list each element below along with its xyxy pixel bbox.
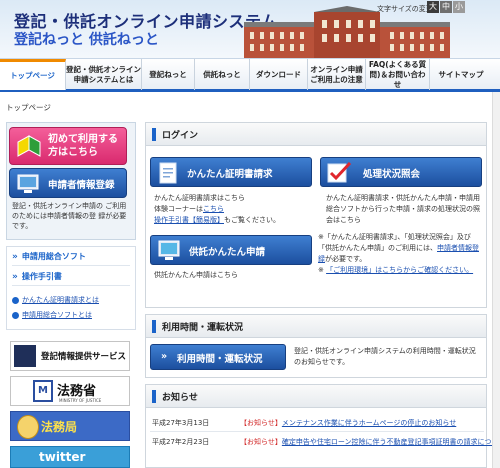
first-time-user-button[interactable]: 初めて利用する方はこちら: [9, 127, 127, 165]
banner-ministry-of-justice[interactable]: M 法務省 MINISTRY OF JUSTICE: [10, 376, 130, 406]
banner-label: 登記情報提供サービス: [41, 352, 127, 362]
bullet-icon: [12, 311, 19, 319]
nav-download[interactable]: ダウンロード: [250, 59, 308, 90]
easy-certificate-text: かんたん証明書請求はこちら: [154, 194, 245, 202]
section-title: お知らせ: [162, 393, 198, 403]
sidebar-item-manual[interactable]: » 操作手引書: [12, 268, 130, 286]
sidebar-item-label: 操作手引書: [21, 272, 62, 281]
site-header: 登記・供託オンライン申請システム 登記ねっと 供託ねっと 文字サイズの変更 大 …: [0, 0, 500, 58]
banner-twitter[interactable]: twitter: [10, 446, 130, 468]
nav-system-about[interactable]: 登記・供託オンライン申請システムとは: [66, 59, 142, 90]
document-icon: [159, 162, 177, 184]
button-label: 供託かんたん申請: [189, 247, 266, 258]
banner-label: 法務局: [41, 420, 78, 434]
registry-service-logo-icon: [14, 345, 36, 367]
easy-certificate-button[interactable]: かんたん証明書請求: [150, 157, 312, 187]
news-tag: 【お知らせ】: [240, 419, 282, 427]
trial-corner-prefix: 体験コーナーは: [154, 205, 203, 213]
double-chevron-right-icon: »: [12, 251, 18, 262]
heading-bar-icon: [152, 320, 156, 333]
beginner-mark-icon: [17, 135, 41, 157]
link-label: 申請用総合ソフトとは: [22, 311, 92, 319]
computer-icon: [17, 174, 39, 193]
news-tag: 【お知らせ】: [240, 438, 282, 446]
login-note-2: ※ 「ご利用環境」はこちらからご確認ください。: [318, 266, 474, 274]
register-note: 登記・供託オンライン申請の ご利用のためには申請者情報の登 録が必要です。: [12, 202, 127, 230]
link-integrated-software-about[interactable]: 申請用総合ソフトとは: [12, 310, 92, 320]
nav-faq-contact[interactable]: FAQ(よくある質問)＆お問い合わせ: [366, 59, 430, 90]
heading-bar-icon: [152, 128, 156, 141]
register-user-button[interactable]: 申請者情報登録: [9, 168, 127, 198]
news-divider: [150, 431, 484, 432]
news-section-header: お知らせ: [145, 384, 487, 408]
deposit-easy-text: 供託かんたん申請はこちら: [154, 271, 238, 279]
button-label: 処理状況照会: [363, 169, 421, 180]
trial-corner-link[interactable]: こちら: [203, 205, 224, 213]
double-chevron-right-icon: »: [161, 351, 168, 362]
manual-easy-suffix: もご覧ください。: [224, 216, 280, 224]
sidebar-item-integrated-software[interactable]: » 申請用総合ソフト: [12, 248, 130, 266]
news-link[interactable]: 確定申告や住宅ローン控除に伴う不動産登記事項証明書の請求について: [282, 437, 500, 448]
double-chevron-right-icon: »: [12, 271, 18, 282]
hours-section-header: 利用時間・運転状況: [145, 314, 487, 338]
nav-sitemap[interactable]: サイトマップ: [430, 59, 492, 90]
nav-usage-notes[interactable]: オンライン申請ご利用上の注意: [308, 59, 366, 90]
button-label: かんたん証明書請求: [187, 169, 273, 180]
site-subtitle[interactable]: 登記ねっと 供託ねっと: [14, 29, 159, 49]
section-title: ログイン: [162, 131, 199, 141]
link-label: かんたん証明書請求とは: [22, 296, 99, 304]
moj-logo-icon: M: [33, 380, 53, 402]
section-title: 利用時間・運転状況: [162, 323, 244, 333]
heading-bar-icon: [152, 390, 156, 403]
font-size-label: 文字サイズの変更: [377, 5, 433, 13]
nav-kyotaku-net[interactable]: 供託ねっと: [195, 59, 250, 90]
computer-icon: [158, 240, 180, 260]
global-nav: トップページ 登記・供託オンライン申請システムとは 登記ねっと 供託ねっと ダウ…: [0, 58, 500, 92]
trial-corner-text: 体験コーナーはこちら: [154, 204, 314, 215]
link-easy-certificate-about[interactable]: かんたん証明書請求とは: [12, 295, 99, 305]
nav-top-page[interactable]: トップページ: [0, 59, 66, 90]
news-item: 平成27年3月13日 【お知らせ】メンテナンス作業に伴うホームページの停止のお知ら…: [152, 418, 482, 428]
status-inquiry-text: かんたん証明書請求・供託かんたん申請・申請用総合ソフトから行った申請・請求の処理…: [326, 194, 480, 224]
banner-registry-info-service[interactable]: 登記情報提供サービス: [10, 341, 130, 371]
first-time-user-label: 初めて利用する方はこちら: [48, 134, 118, 158]
mascot-icon: [17, 415, 39, 439]
banner-label: 法務省: [57, 384, 97, 399]
nav-touki-net[interactable]: 登記ねっと: [142, 59, 195, 90]
page-scrollbar[interactable]: [492, 92, 500, 468]
environment-link[interactable]: 「ご利用環境」はこちらからご確認ください。: [326, 266, 473, 274]
breadcrumb: トップページ: [6, 103, 51, 112]
banner-label: twitter: [39, 450, 86, 464]
manual-easy-text: 操作手引書【簡易版】もご覧ください。: [154, 215, 324, 226]
hours-status-button[interactable]: » 利用時間・運転状況: [150, 344, 286, 370]
login-section-header: ログイン: [145, 122, 487, 146]
news-date: 平成27年3月13日: [152, 419, 210, 427]
font-size-medium-button[interactable]: 中: [440, 1, 452, 13]
sidebar-item-label: 申請用総合ソフト: [21, 252, 86, 261]
news-date: 平成27年2月23日: [152, 438, 210, 446]
checklist-icon: [327, 161, 352, 183]
hours-text: 登記・供託オンライン申請システムの利用時間・運転状況のお知らせです。: [294, 347, 476, 366]
manual-easy-link[interactable]: 操作手引書【簡易版】: [154, 216, 224, 224]
status-inquiry-button[interactable]: 処理状況照会: [320, 157, 482, 187]
bullet-icon: [12, 296, 19, 304]
font-size-large-button[interactable]: 大: [427, 1, 439, 13]
news-item: 平成27年2月23日 【お知らせ】確定申告や住宅ローン控除に伴う不動産登記事項証明…: [152, 437, 500, 448]
banner-sublabel: MINISTRY OF JUSTICE: [59, 398, 102, 403]
login-note-1-suffix: が必要です。: [325, 255, 367, 263]
deposit-easy-apply-button[interactable]: 供託かんたん申請: [150, 235, 312, 265]
font-size-small-button[interactable]: 小: [453, 1, 465, 13]
banner-legal-affairs-bureau[interactable]: 法務局: [10, 411, 130, 441]
login-note-1: ※「かんたん証明書請求」、「処理状況照会」及び「供託かんたん申請」のご利用には、…: [318, 232, 484, 265]
button-label: 利用時間・運転状況: [177, 354, 263, 365]
news-link[interactable]: メンテナンス作業に伴うホームページの停止のお知らせ: [282, 419, 456, 427]
register-user-label: 申請者情報登録: [48, 180, 115, 191]
